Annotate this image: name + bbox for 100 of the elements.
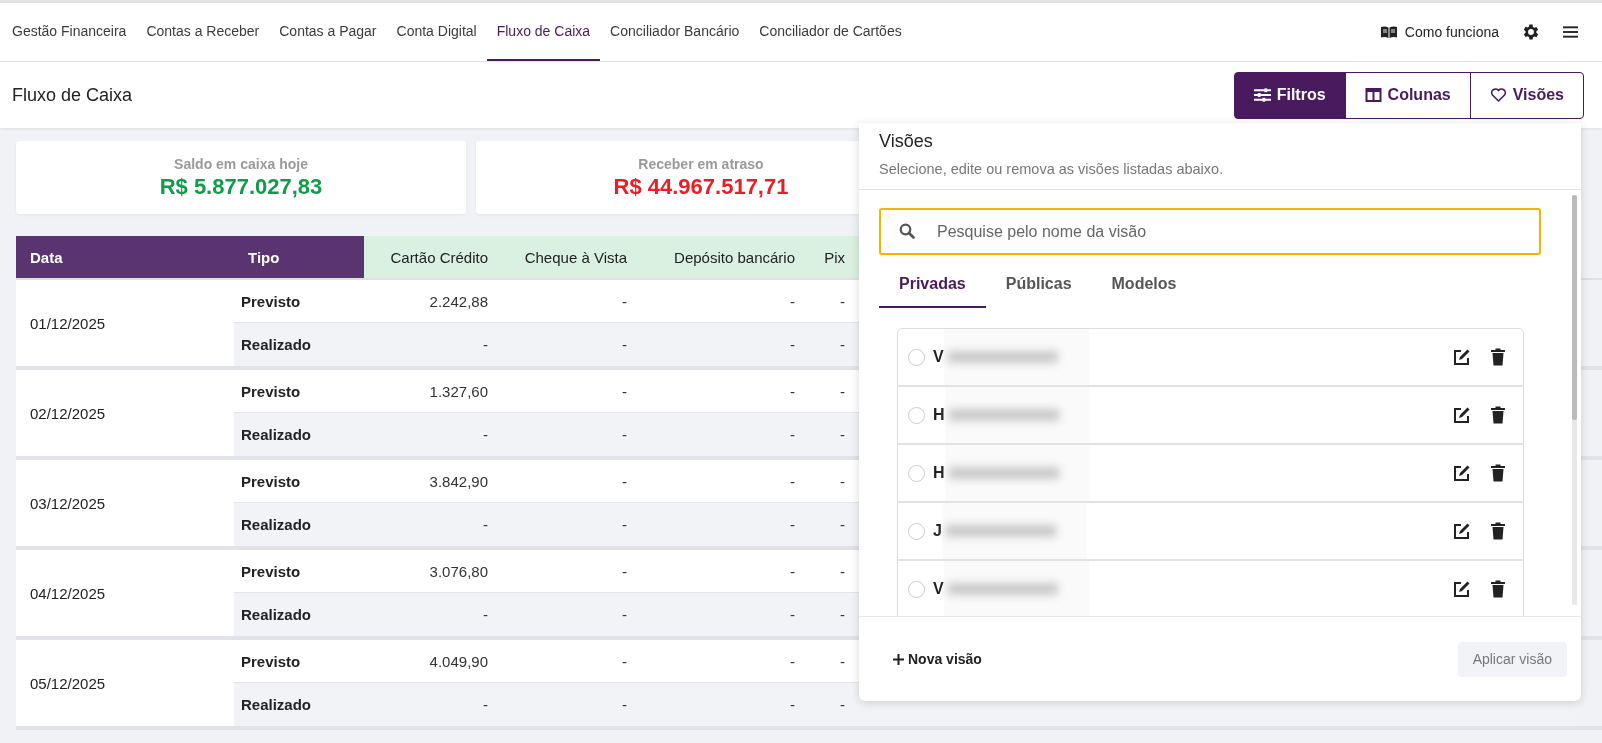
table-cell: - [840,382,845,400]
summary-label: Saldo em caixa hoje [174,155,308,172]
table-cell: 3.842,90 [429,472,488,490]
view-name: H [933,464,945,482]
table-cell: - [840,292,845,310]
table-cell: - [622,652,627,670]
type-cell: Previsto [241,652,301,670]
nav-tab[interactable]: Conta Digital [386,3,487,61]
type-cell: Previsto [241,382,301,400]
table-cell: - [483,696,488,713]
view-name: J [933,522,942,540]
nav-tab[interactable]: Gestão Financeira [2,3,137,61]
type-cell: Previsto [241,472,301,490]
table-cell: - [483,426,488,443]
table-cell: 2.242,88 [429,292,488,310]
edit-icon[interactable] [1453,522,1471,540]
table-cell: - [840,472,845,490]
edit-icon[interactable] [1453,406,1471,424]
edit-icon[interactable] [1453,348,1471,366]
table-cell: - [790,292,795,310]
table-cell: - [790,562,795,580]
view-name: H [933,406,945,424]
column-header: Tipo [234,236,364,278]
type-cell: Realizado [241,696,312,713]
view-item[interactable]: H [898,445,1523,503]
date-cell: 03/12/2025 [16,460,234,546]
plus-icon [893,653,904,665]
nav-tab[interactable]: Contas a Receber [136,3,270,61]
trash-icon[interactable] [1489,406,1507,424]
toolbar-button[interactable]: Colunas [1344,71,1471,119]
table-cell: - [790,696,795,713]
table-cell: - [483,516,488,533]
column-header: Depósito bancário [639,236,807,278]
table-cell: - [622,516,627,533]
table-cell: 1.327,60 [429,382,488,400]
nav-tab[interactable]: Conciliador Bancário [600,3,750,61]
panel-title: Visões [879,131,934,152]
table-cell: - [840,606,845,623]
type-cell: Realizado [241,426,312,443]
trash-icon[interactable] [1489,580,1507,598]
columns-icon [1364,88,1382,102]
table-cell: - [790,516,795,533]
table-cell: - [790,426,795,443]
table-cell: - [790,472,795,490]
trash-icon[interactable] [1489,464,1507,482]
date-cell: 02/12/2025 [16,370,234,456]
type-cell: Previsto [241,562,301,580]
table-cell: - [622,606,627,623]
settings-icon[interactable] [1521,22,1541,42]
table-cell: - [622,382,627,400]
nav-tab[interactable]: Contas a Pagar [269,3,387,61]
table-cell: - [483,336,488,353]
toolbar-button[interactable]: Filtros [1233,71,1346,119]
table-cell: - [790,652,795,670]
summary-label: Receber em atraso [638,155,764,172]
trash-icon[interactable] [1489,522,1507,540]
edit-icon[interactable] [1453,464,1471,482]
view-item[interactable]: V [898,561,1523,616]
column-header: Pix [807,236,857,278]
help-link[interactable]: Como funciona [1380,24,1499,40]
table-cell: - [840,336,845,353]
date-cell: 05/12/2025 [16,640,234,726]
table-cell: - [790,606,795,623]
trash-icon[interactable] [1489,348,1507,366]
date-cell: 04/12/2025 [16,550,234,636]
table-cell: 4.049,90 [429,652,488,670]
sliders-icon [1253,88,1271,102]
table-cell: 3.076,80 [429,562,488,580]
page-title: Fluxo de Caixa [12,84,133,106]
table-cell: - [483,606,488,623]
column-header: Cartão Crédito [364,236,500,278]
table-cell: - [790,336,795,353]
new-view-button[interactable]: Nova visão [893,651,982,667]
view-item[interactable]: H [898,387,1523,445]
table-cell: - [622,426,627,443]
view-name: V [933,348,944,366]
panel-subtitle: Selecione, edite ou remova as visões listadas abaixo. [879,161,1225,177]
toolbar-button[interactable]: Visões [1469,71,1584,119]
summary-value: R$ 44.967.517,71 [613,173,789,200]
type-cell: Realizado [241,516,312,533]
book-icon [1380,26,1397,38]
panel-tab[interactable]: Privadas [879,271,986,308]
table-cell: - [840,516,845,533]
column-header: Data [16,236,234,278]
table-cell: - [622,696,627,713]
nav-tab[interactable]: Conciliador de Cartões [749,3,912,61]
menu-icon[interactable] [1563,25,1578,39]
panel-tab[interactable]: Modelos [1091,271,1197,308]
summary-value: R$ 5.877.027,83 [159,173,323,200]
column-header: Cheque à Vista [500,236,639,278]
view-item[interactable]: J [898,503,1523,561]
edit-icon[interactable] [1453,580,1471,598]
search-field[interactable]: Pesquise pelo nome da visão [879,208,1541,255]
table-cell: - [622,472,627,490]
view-item[interactable]: V [898,329,1523,387]
view-name: V [933,580,944,598]
table-cell: - [790,382,795,400]
table-cell: - [840,426,845,443]
table-cell: - [622,292,627,310]
panel-tab[interactable]: Públicas [985,271,1092,308]
